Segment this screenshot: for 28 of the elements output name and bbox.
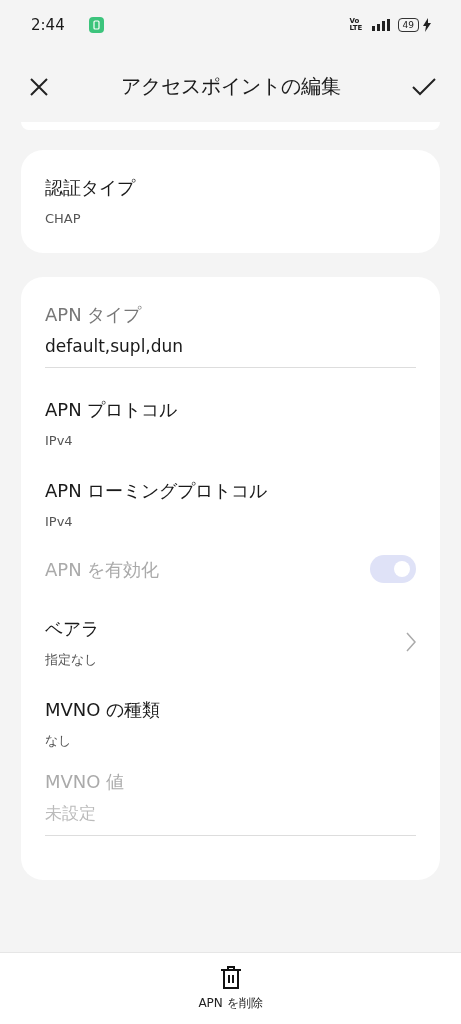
setting-row[interactable]: ベアラ 指定なし [45, 607, 416, 688]
battery-level: 49 [397, 18, 419, 32]
delete-apn-button[interactable]: APN を削除 [192, 964, 269, 1013]
setting-title: APN を有効化 [45, 557, 161, 582]
setting-title: 認証タイプ [45, 176, 137, 200]
setting-title: ベアラ [45, 617, 100, 641]
setting-title: MVNO の種類 [45, 697, 162, 722]
setting-title: APN プロトコル [45, 398, 179, 422]
trash-icon [219, 965, 242, 990]
chevron-icon [406, 632, 416, 653]
setting-card[interactable]: 認証タイプ CHAP [21, 150, 440, 253]
battery-app-icon [88, 17, 104, 34]
setting-value: IPv4 [45, 512, 74, 531]
setting-value: IPv4 [45, 432, 74, 450]
charging-icon [423, 18, 431, 33]
screen-title: アクセスポイントの編集 [119, 73, 342, 100]
field-label: MVNO 値 [45, 770, 126, 794]
setting-value: なし [45, 731, 72, 750]
setting-row[interactable]: APN ローミングプロトコル IPv4 [45, 468, 416, 549]
signal-icon [371, 19, 390, 32]
setting-row[interactable]: MVNO の種類 なし [45, 687, 416, 768]
setting-row[interactable]: APN プロトコル IPv4 [45, 388, 416, 469]
setting-value: CHAP [45, 210, 82, 228]
status-time: 2:44 [31, 14, 65, 36]
text-field[interactable]: default,supl,dun [45, 331, 416, 368]
setting-title: APN ローミングプロトコル [45, 478, 269, 503]
field-label: APN タイプ [45, 302, 143, 327]
setting-value: 指定なし [45, 651, 98, 669]
